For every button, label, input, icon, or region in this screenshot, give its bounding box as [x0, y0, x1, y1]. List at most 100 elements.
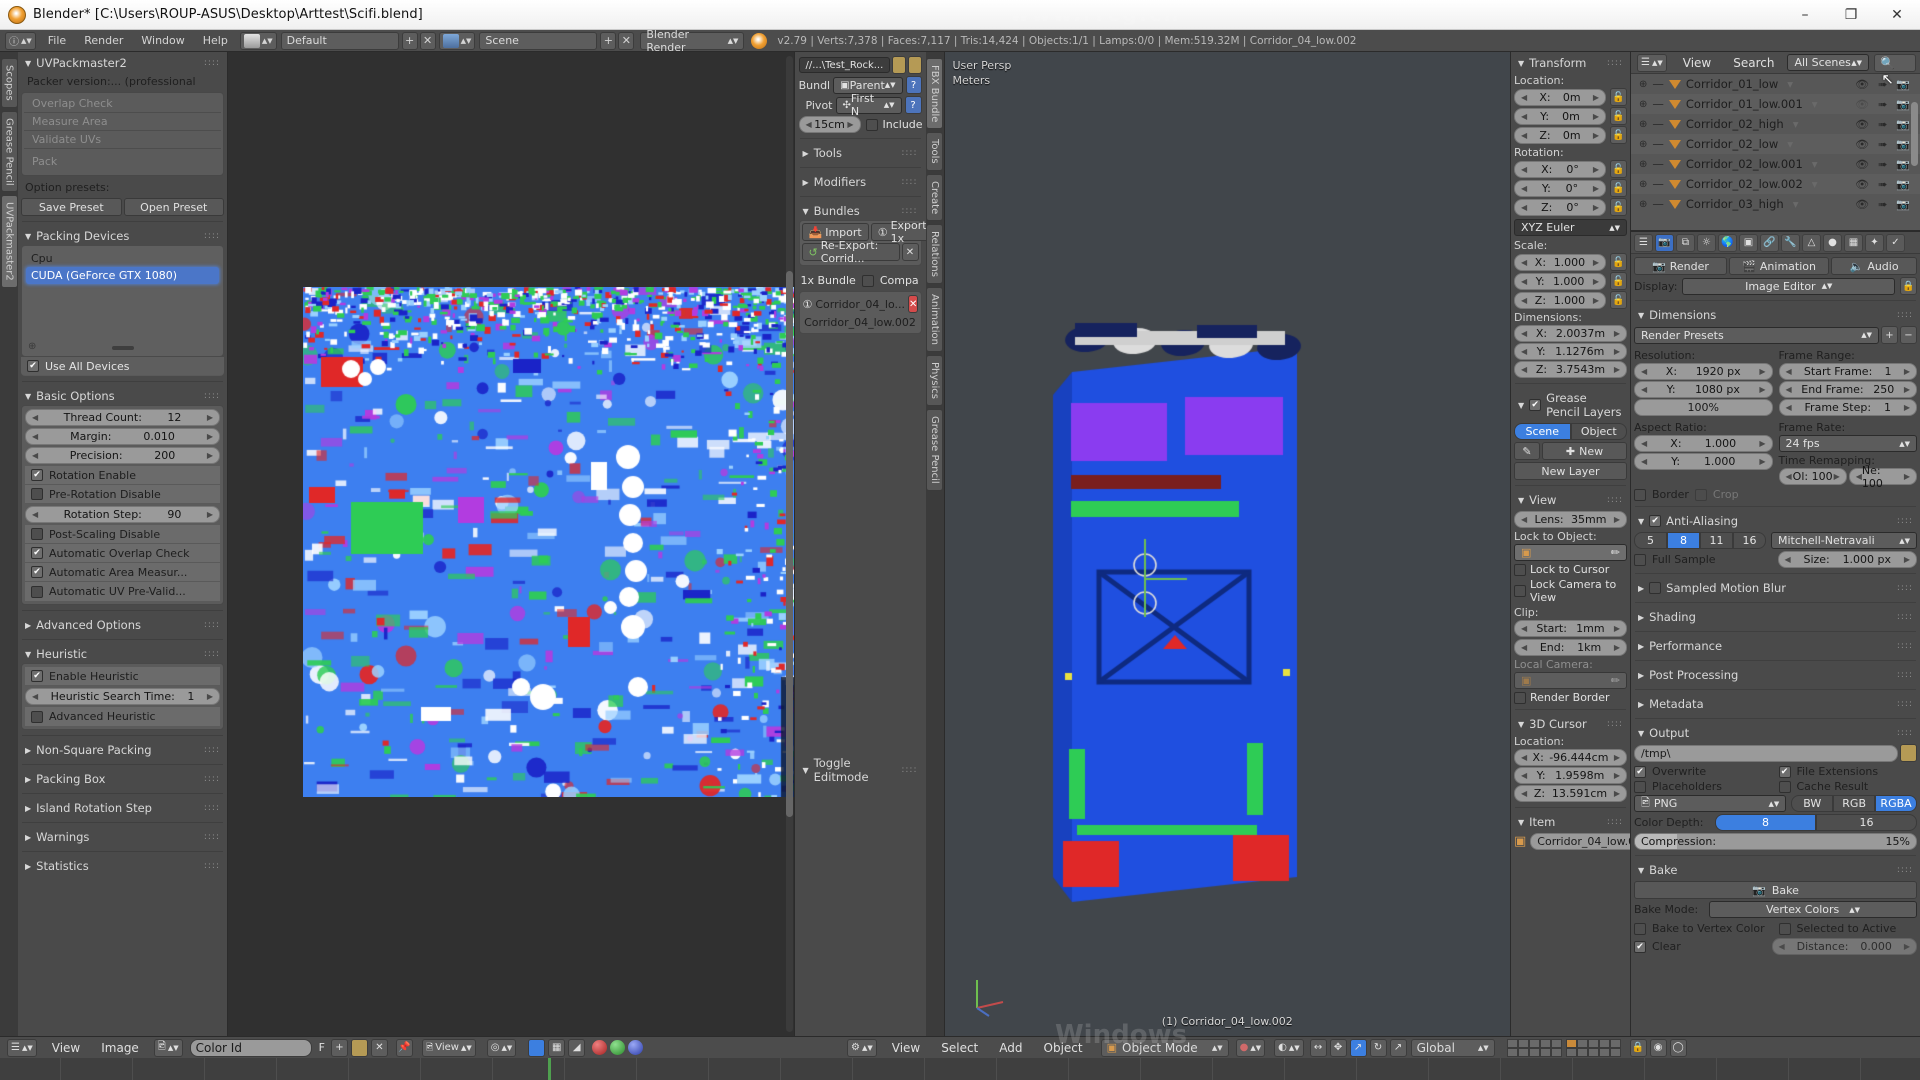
close-button[interactable]: ✕ [1874, 0, 1920, 30]
layer-cell[interactable] [1528, 1047, 1540, 1057]
decrement-arrow-icon[interactable]: ◀ [32, 451, 38, 460]
tab-texture-icon[interactable]: ▦ [1844, 233, 1863, 252]
display-lock-icon[interactable]: 🔒 [1900, 277, 1917, 295]
outliner-item-label[interactable]: Corridor_02_low [1686, 137, 1778, 151]
display-dropdown[interactable]: Image Editor ▲▼ [1682, 277, 1895, 295]
bake-header[interactable]: ▼ Bake :::: [1634, 861, 1917, 879]
render-animation-button[interactable]: 🎬 Animation [1729, 257, 1830, 275]
image-view-menu[interactable]: View [43, 1039, 89, 1057]
layer-cell[interactable] [1587, 1047, 1599, 1057]
layer-cell[interactable] [1517, 1047, 1529, 1057]
rotation-step-field[interactable]: ◀ Rotation Step: 90 ▶ [25, 506, 220, 523]
output-header[interactable]: ▼ Output :::: [1634, 724, 1917, 742]
image-view-mode-dropdown[interactable]: 🖻 View ▲▼ [421, 1038, 476, 1057]
render-image-button[interactable]: 📷 Render [1634, 257, 1727, 275]
axis-field[interactable]: ◀ Y: 1.1276m ▶ [1514, 343, 1627, 360]
uv-pivot-dropdown[interactable]: ◎ ▲▼ [486, 1038, 517, 1057]
properties-editor-type-icon[interactable]: ☰ [1634, 233, 1653, 252]
uv-image-editor[interactable] [228, 52, 795, 1036]
delete-layout-button[interactable]: ✕ [419, 31, 436, 50]
increment-arrow-icon[interactable]: ▶ [1904, 367, 1910, 376]
validate-uvs-button[interactable]: Validate UVs [24, 131, 221, 149]
scene-layers[interactable] [1506, 1038, 1621, 1057]
increment-arrow-icon[interactable]: ▶ [1614, 515, 1620, 524]
folder-open-icon[interactable] [907, 56, 922, 74]
lock-layers-icon[interactable]: 🔒 [1629, 1038, 1647, 1057]
vtab-grease-pencil[interactable]: Grease Pencil [926, 409, 943, 491]
layer-cell[interactable] [1506, 1038, 1518, 1048]
vtab-fbx-bundle[interactable]: FBX Bundle [926, 58, 943, 130]
remove-bundle-button[interactable]: ✕ [908, 295, 919, 313]
lock-to-cursor-checkbox[interactable] [1514, 563, 1526, 576]
3d-viewport[interactable]: User Persp Meters (1) Corridor_04_low.00… [944, 52, 1510, 1036]
color-depth-8-button[interactable]: 8 [1715, 814, 1816, 831]
resolution-x-field[interactable]: ◀ X: 1920 px ▶ [1634, 363, 1773, 380]
camera-icon[interactable]: 📷 [1896, 158, 1910, 171]
fbx-tools-header[interactable]: ▶ Tools :::: [799, 144, 922, 162]
table-row[interactable]: ⊕ — Corridor_01_low ▾ 👁 ➠ 📷 [1631, 74, 1920, 94]
eye-icon[interactable]: 👁 [1855, 118, 1869, 131]
channel-blue-icon[interactable] [628, 1040, 644, 1055]
aspect-y-field[interactable]: ◀ Y: 1.000 ▶ [1634, 453, 1773, 470]
decrement-arrow-icon[interactable]: ◀ [1521, 643, 1527, 652]
auto-area-measure-checkbox[interactable] [31, 566, 43, 578]
anti-aliasing-header[interactable]: ▼ Anti-Aliasing :::: [1634, 512, 1917, 530]
compact-checkbox[interactable] [861, 274, 874, 287]
decrement-arrow-icon[interactable]: ◀ [1521, 789, 1527, 798]
decrement-arrow-icon[interactable]: ◀ [32, 692, 38, 701]
table-row[interactable]: ⊕ — Corridor_03_high ▾ 👁 ➠ 📷 [1631, 194, 1920, 214]
decrement-arrow-icon[interactable]: ◀ [1521, 258, 1527, 267]
transform-orientation-dropdown[interactable]: Global ▲▼ [1410, 1038, 1495, 1057]
device-item-cpu[interactable]: Cpu [26, 250, 219, 267]
interaction-mode-dropdown[interactable]: ▣ Object Mode ▲▼ [1100, 1038, 1229, 1057]
cursor-arrow-icon[interactable]: ➠ [1878, 138, 1887, 151]
manipulator-extra-icon[interactable]: ↗ [1389, 1038, 1407, 1057]
decrement-arrow-icon[interactable]: ◀ [1785, 555, 1791, 564]
layer-cell[interactable] [1576, 1038, 1588, 1048]
camera-icon[interactable]: 📷 [1896, 78, 1910, 91]
uvpm-header[interactable]: ▼ UVPackmaster2 :::: [21, 54, 224, 72]
device-list-grip[interactable] [111, 346, 134, 350]
hide-icon[interactable]: 👁 [1855, 98, 1869, 111]
end-frame-field[interactable]: ◀ End Frame: 250 ▶ [1778, 381, 1917, 398]
increment-arrow-icon[interactable]: ▶ [207, 451, 213, 460]
warnings-header[interactable]: ▶ Warnings :::: [21, 828, 224, 846]
outliner-search-menu[interactable]: Search [1724, 54, 1783, 72]
time-remap-old-field[interactable]: ◀ Ol: 100 ▶ [1778, 468, 1847, 485]
eye-icon[interactable]: 👁 [1855, 158, 1869, 171]
lock-icon[interactable]: 🔓 [1610, 126, 1627, 144]
frame-step-field[interactable]: ◀ Frame Step: 1 ▶ [1778, 399, 1917, 416]
pin-icon[interactable]: 📌 [395, 1038, 413, 1057]
placeholders-checkbox[interactable] [1634, 780, 1646, 793]
render-border-checkbox[interactable] [1514, 691, 1526, 704]
lock-to-object-field[interactable]: ▣ ✏ [1514, 544, 1627, 561]
decrement-arrow-icon[interactable]: ◀ [1521, 203, 1527, 212]
increment-arrow-icon[interactable]: ▶ [1593, 131, 1599, 140]
aa-filter-dropdown[interactable]: Mitchell-Netravali ▲▼ [1771, 532, 1917, 549]
tab-physics-icon[interactable]: ✓ [1886, 233, 1905, 252]
aa-sample-16-button[interactable]: 16 [1733, 532, 1766, 549]
increment-arrow-icon[interactable]: ▶ [1614, 329, 1620, 338]
gp-object-button[interactable]: Object [1570, 423, 1627, 440]
channel-green-icon[interactable] [610, 1040, 626, 1055]
decrement-arrow-icon[interactable]: ◀ [32, 510, 38, 519]
layer-cell[interactable] [1506, 1047, 1518, 1057]
distance-field[interactable]: ◀ Distance: 0.000 ▶ [1771, 938, 1917, 955]
menu-file[interactable]: File [39, 32, 75, 50]
remove-preset-button[interactable]: − [1900, 326, 1917, 344]
increment-arrow-icon[interactable]: ▶ [1593, 184, 1599, 193]
image-name-field[interactable]: Color Id [189, 1038, 312, 1057]
selected-to-active-checkbox[interactable] [1778, 922, 1791, 935]
overwrite-checkbox[interactable] [1634, 765, 1646, 778]
axis-field[interactable]: ◀ X: 0m ▶ [1514, 88, 1606, 106]
enable-heuristic-row[interactable]: Enable Heuristic [25, 667, 220, 686]
scene-field[interactable]: Scene [479, 31, 598, 50]
increment-arrow-icon[interactable]: ▶ [1834, 472, 1840, 481]
outliner-search-input[interactable]: 🔍 [1874, 53, 1916, 72]
outliner-rows[interactable]: ⊕ — Corridor_01_low ▾ 👁 ➠ 📷 ⊕ — Corridor_01_low.0… [1631, 74, 1920, 230]
clip-start-field[interactable]: ◀ Start: 1mm ▶ [1514, 620, 1627, 637]
axis-field[interactable]: ◀ Y: 1.000 ▶ [1514, 272, 1606, 290]
vtab-tools[interactable]: Tools [926, 132, 943, 172]
screen-layout-field[interactable]: Default [280, 31, 399, 50]
increment-arrow-icon[interactable]: ▶ [1593, 112, 1599, 121]
